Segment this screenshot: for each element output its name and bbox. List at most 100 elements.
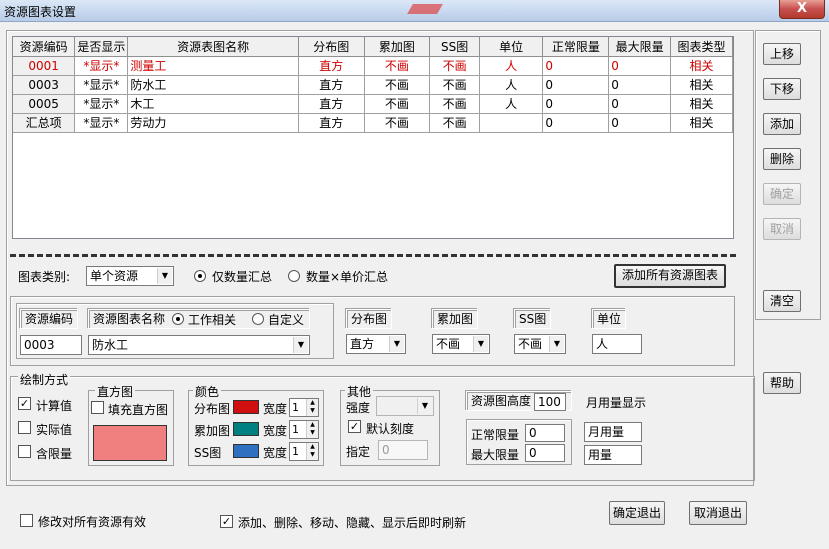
col-header[interactable]: SS图 [429,37,480,57]
limit-checkbox[interactable] [18,445,31,458]
specify-input[interactable]: 0 [378,440,428,460]
cancel-button[interactable]: 取消 [763,218,801,240]
col-header[interactable]: 图表类型 [670,37,733,57]
table-cell[interactable]: 0005 [13,94,76,114]
radio-qty-price[interactable] [288,270,300,282]
month-usage-input[interactable]: 月用量 [584,422,642,442]
table-cell[interactable]: 相关 [670,75,733,95]
col-header[interactable]: 单位 [479,37,544,57]
table-cell[interactable]: *显示* [74,113,129,133]
table-cell[interactable]: 直方 [298,75,365,95]
add-all-charts-button[interactable]: 添加所有资源图表 [614,264,726,288]
table-row[interactable]: 汇总项 *显示* 劳动力 直方 不画 不画 0 0 相关 [13,113,733,133]
radio-custom[interactable] [252,313,264,325]
ss-select[interactable]: 不画 ▼ [514,334,566,354]
clear-button[interactable]: 清空 [763,290,801,312]
actual-checkbox[interactable] [18,421,31,434]
histogram-color-swatch[interactable] [93,425,167,461]
table-cell[interactable]: 不画 [429,75,480,95]
color-ss-swatch[interactable] [233,444,259,458]
table-cell[interactable]: 不画 [364,94,431,114]
table-cell[interactable]: 不画 [429,56,480,76]
move-up-button[interactable]: 上移 [763,43,801,65]
chart-type-select[interactable]: 单个资源 ▼ [86,266,174,286]
table-cell[interactable]: 0 [542,113,610,133]
spinner-arrows-icon[interactable]: ▲ ▼ [306,443,318,460]
move-down-button[interactable]: 下移 [763,78,801,100]
close-button[interactable]: X [779,0,825,19]
table-cell[interactable]: 相关 [670,56,733,76]
table-cell[interactable]: 相关 [670,113,733,133]
table-cell[interactable]: 不画 [429,113,480,133]
table-cell[interactable]: *显示* [74,94,129,114]
apply-all-checkbox[interactable] [20,514,33,527]
unit-input[interactable]: 人 [592,334,642,354]
table-cell[interactable]: 0 [542,75,610,95]
col-header[interactable]: 正常限量 [542,37,610,57]
table-cell[interactable]: 人 [479,75,544,95]
table-cell[interactable] [479,113,544,133]
spinner-arrows-icon[interactable]: ▲ ▼ [306,399,318,416]
normal-limit-input[interactable]: 0 [525,424,565,442]
table-cell[interactable]: 0001 [13,56,76,76]
height-input[interactable]: 100 [534,393,566,411]
width-cum-spinner[interactable]: 1 ▲ ▼ [289,420,319,439]
confirm-button[interactable]: 确定 [763,183,801,205]
table-cell[interactable]: *显示* [74,75,129,95]
add-button[interactable]: 添加 [763,113,801,135]
table-cell[interactable]: 直方 [298,94,365,114]
table-cell[interactable]: 劳动力 [127,113,299,133]
table-cell[interactable]: 人 [479,94,544,114]
usage-input[interactable]: 用量 [584,445,642,465]
table-cell[interactable]: 0 [608,56,672,76]
max-limit-input[interactable]: 0 [525,444,565,462]
col-header[interactable]: 资源表图名称 [127,37,299,57]
default-scale-checkbox[interactable]: ✓ [348,420,361,433]
code-input[interactable]: 0003 [20,335,82,355]
width-ss-spinner[interactable]: 1 ▲ ▼ [289,442,319,461]
table-cell[interactable]: 不画 [364,113,431,133]
resource-grid[interactable]: 资源编码 是否显示 资源表图名称 分布图 累加图 SS图 单位 正常限量 最大限… [12,36,734,239]
table-cell[interactable]: 0 [542,94,610,114]
spinner-arrows-icon[interactable]: ▲ ▼ [306,421,318,438]
table-cell[interactable]: 人 [479,56,544,76]
col-header[interactable]: 最大限量 [608,37,672,57]
help-button[interactable]: 帮助 [763,372,801,394]
width-dist-spinner[interactable]: 1 ▲ ▼ [289,398,319,417]
table-cell[interactable]: 汇总项 [13,113,76,133]
col-header[interactable]: 资源编码 [13,37,76,57]
cancel-exit-button[interactable]: 取消退出 [689,501,747,525]
refresh-checkbox[interactable]: ✓ [220,515,233,528]
col-header[interactable]: 是否显示 [74,37,129,57]
calc-checkbox[interactable]: ✓ [18,397,31,410]
table-cell[interactable]: *显示* [74,56,129,76]
table-row[interactable]: 0003 *显示* 防水工 直方 不画 不画人 0 0 相关 [13,75,733,95]
radio-work-related[interactable] [172,313,184,325]
table-cell[interactable]: 0 [608,75,672,95]
col-header[interactable]: 分布图 [298,37,365,57]
delete-button[interactable]: 删除 [763,148,801,170]
table-cell[interactable]: 相关 [670,94,733,114]
ok-exit-button[interactable]: 确定退出 [609,501,665,525]
table-cell[interactable]: 直方 [298,113,365,133]
table-cell[interactable]: 防水工 [127,75,299,95]
intensity-select[interactable]: ▼ [376,396,434,416]
color-dist-swatch[interactable] [233,400,259,414]
table-cell[interactable]: 不画 [429,94,480,114]
table-cell[interactable]: 0 [608,94,672,114]
table-cell[interactable]: 不画 [364,56,431,76]
name-select[interactable]: 防水工 ▼ [88,335,310,355]
table-cell[interactable]: 0003 [13,75,76,95]
col-header[interactable]: 累加图 [364,37,431,57]
table-cell[interactable]: 测量工 [127,56,299,76]
radio-qty-only[interactable] [194,270,206,282]
table-cell[interactable]: 0 [608,113,672,133]
table-cell[interactable]: 不画 [364,75,431,95]
table-cell[interactable]: 0 [542,56,610,76]
table-cell[interactable]: 木工 [127,94,299,114]
fill-hist-checkbox[interactable] [91,401,104,414]
cum-select[interactable]: 不画 ▼ [432,334,490,354]
dist-select[interactable]: 直方 ▼ [346,334,406,354]
table-row[interactable]: 0001 *显示* 测量工 直方 不画 不画人 0 0 相关 [13,56,733,76]
table-cell[interactable]: 直方 [298,56,365,76]
